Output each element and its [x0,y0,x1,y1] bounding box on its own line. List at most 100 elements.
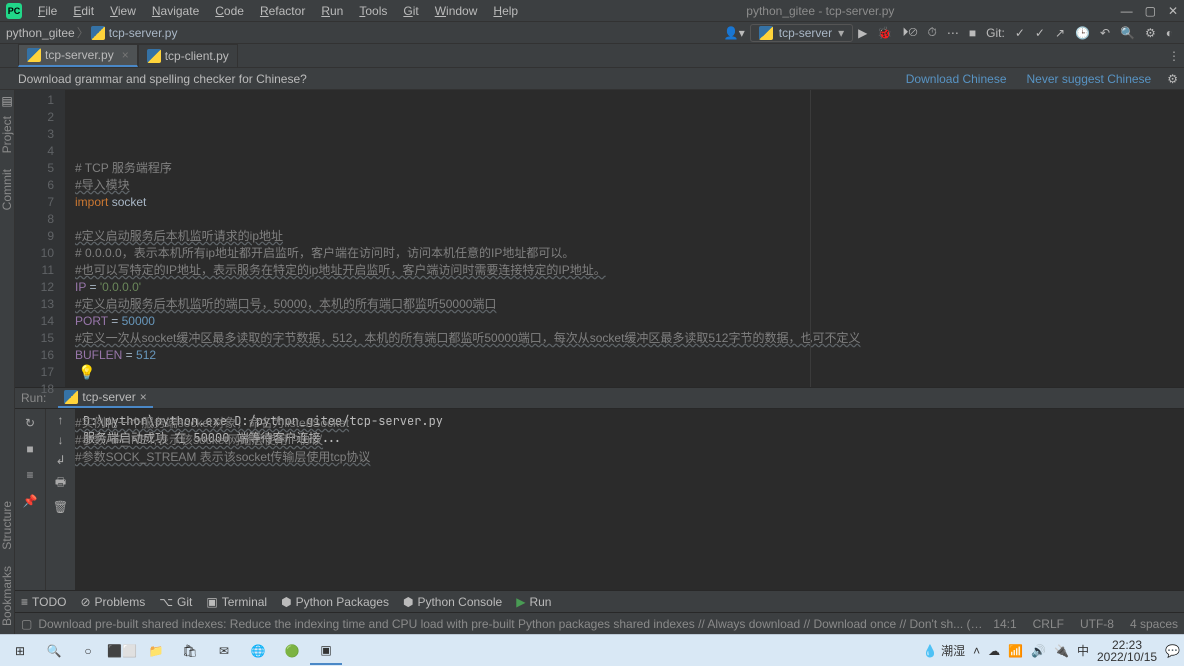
clock[interactable]: 22:232022/10/15 [1097,639,1157,663]
user-icon[interactable]: 👤▾ [719,26,750,40]
notifications-icon[interactable]: 💬 [1165,644,1180,658]
tool-stripe-top-icon[interactable]: ▤ [1,94,12,108]
editor-tab-tcp-client[interactable]: tcp-client.py [138,44,238,67]
menu-run[interactable]: Run [313,2,351,20]
clear-icon[interactable]: 🗑 [53,500,68,514]
start-button[interactable]: ⊞ [4,637,36,665]
editor[interactable]: 123456789101112131415161718 ▲1 ▲37 ✔3 ˄ … [15,90,1184,387]
more-tabs-icon[interactable]: ⋮ [1168,49,1180,63]
caret-position[interactable]: 14:1 [985,617,1024,631]
scroll-up-icon[interactable]: ↑ [58,413,64,427]
editor-notification: Download grammar and spelling checker fo… [0,68,1184,90]
tray-chevron-icon[interactable]: ˄ [973,644,980,658]
git-rollback-button[interactable]: ↶ [1095,26,1115,40]
menu-navigate[interactable]: Navigate [144,2,207,20]
stop-button[interactable]: ■ [964,26,981,40]
onedrive-icon[interactable]: ☁ [988,644,1000,658]
problems-tool-button[interactable]: ⊘ Problems [80,595,145,609]
python-file-icon [147,49,161,63]
python-file-icon [759,26,773,40]
mail-icon[interactable]: ✉ [208,637,240,665]
run-config-selector[interactable]: tcp-server ▾ [750,24,853,42]
profile-button[interactable]: ⏱ [923,25,942,40]
menu-view[interactable]: View [102,2,144,20]
tool-window-toggle-icon[interactable]: ▢ [21,617,38,631]
never-suggest-link[interactable]: Never suggest Chinese [1017,72,1162,86]
wifi-icon[interactable]: 📶 [1008,644,1023,658]
breadcrumb-project[interactable]: python_gitee [6,26,75,40]
weather-icon[interactable]: 💧 潮湿 [923,642,965,659]
notification-text: Download grammar and spelling checker fo… [18,72,307,86]
cortana-icon[interactable]: ○ [72,637,104,665]
search-button[interactable]: 🔍 [38,637,70,665]
run-toolbar-left: ↻ ■ ≡ 📌 [15,409,45,590]
menu-edit[interactable]: Edit [65,2,102,20]
run-button[interactable]: ▶ [853,26,872,40]
breadcrumb-separator: 〉 [75,24,91,41]
status-bar: ▢ Download pre-built shared indexes: Red… [15,612,1184,634]
print-icon[interactable]: 🖶 [55,473,66,494]
menu-file[interactable]: File [30,2,65,20]
pycharm-taskbar-icon[interactable]: ▣ [310,637,342,665]
edge-icon[interactable]: 🌐 [242,637,274,665]
stop-button[interactable]: ■ [20,439,40,459]
terminal-tool-button[interactable]: ▣ Terminal [206,595,267,609]
left-tool-stripe: ▤ Project Commit Structure Bookmarks [0,90,15,634]
menu-window[interactable]: Window [427,2,486,20]
scroll-down-icon[interactable]: ↓ [58,433,64,447]
menu-tools[interactable]: Tools [351,2,395,20]
indent-settings[interactable]: 4 spaces [1122,617,1184,631]
git-history-button[interactable]: 🕒 [1070,26,1095,40]
ime-indicator[interactable]: 中 [1077,642,1089,659]
settings-button[interactable]: ⚙ [1140,26,1161,40]
status-message[interactable]: Download pre-built shared indexes: Reduc… [38,617,985,631]
download-chinese-link[interactable]: Download Chinese [896,72,1017,86]
menu-git[interactable]: Git [395,2,426,20]
close-button[interactable]: ✕ [1162,4,1184,18]
search-everywhere-button[interactable]: 🔍 [1115,26,1140,40]
code-area[interactable]: ▲1 ▲37 ✔3 ˄ ˅ # TCP 服务端程序#导入模块import soc… [65,90,1184,387]
chrome-icon[interactable]: 🟢 [276,637,308,665]
file-encoding[interactable]: UTF-8 [1072,617,1122,631]
menu-help[interactable]: Help [485,2,526,20]
git-push-button[interactable]: ↗ [1050,26,1070,40]
gear-icon[interactable]: ⚙ [1161,72,1184,86]
menu-code[interactable]: Code [207,2,252,20]
menu-refactor[interactable]: Refactor [252,2,313,20]
commit-tool-button[interactable]: Commit [0,161,14,218]
soft-wrap-icon[interactable]: ↲ [55,453,65,467]
coverage-button[interactable]: ⏵⊘ [897,25,922,40]
menu-bar: PC File Edit View Navigate Code Refactor… [0,0,1184,22]
volume-icon[interactable]: 🔊 [1031,644,1046,658]
python-packages-tool-button[interactable]: ⬢ Python Packages [281,595,389,609]
project-tool-button[interactable]: Project [0,108,14,161]
git-update-button[interactable]: ✓ [1010,26,1030,40]
editor-tab-tcp-server[interactable]: tcp-server.py × [18,44,138,67]
editor-tabs: tcp-server.py × tcp-client.py ⋮ [0,44,1184,68]
rerun-button[interactable]: ↻ [20,413,40,433]
debug-button[interactable]: 🐞 [872,26,897,40]
code-with-me-icon[interactable]: ◐ [1161,26,1178,40]
structure-tool-button[interactable]: Structure [0,493,14,558]
battery-icon[interactable]: 🔌 [1054,644,1069,658]
breadcrumb-file[interactable]: tcp-server.py [91,26,178,40]
git-commit-button[interactable]: ✓ [1030,26,1050,40]
bookmarks-tool-button[interactable]: Bookmarks [0,558,14,634]
toolbar: python_gitee 〉 tcp-server.py 👤▾ tcp-serv… [0,22,1184,44]
python-console-tool-button[interactable]: ⬢ Python Console [403,595,502,609]
line-separator[interactable]: CRLF [1025,617,1072,631]
maximize-button[interactable]: ▢ [1139,4,1162,18]
taskview-button[interactable]: ⬛⬜ [106,637,138,665]
pin-icon[interactable]: 📌 [20,491,40,511]
run-tool-button[interactable]: ▶ Run [516,595,551,609]
todo-tool-button[interactable]: ≡ TODO [21,595,66,609]
chevron-down-icon: ▾ [838,26,844,40]
system-tray[interactable]: 💧 潮湿 ˄ ☁ 📶 🔊 🔌 中 22:232022/10/15 💬 [923,639,1180,663]
more-run-icon[interactable]: ⋯ [942,26,964,40]
store-icon[interactable]: 🛍 [174,637,206,665]
layout-icon[interactable]: ≡ [20,465,40,485]
minimize-button[interactable]: — [1115,4,1139,18]
explorer-icon[interactable]: 📁 [140,637,172,665]
close-icon[interactable]: × [118,48,129,62]
git-tool-button[interactable]: ⌥ Git [159,595,192,609]
